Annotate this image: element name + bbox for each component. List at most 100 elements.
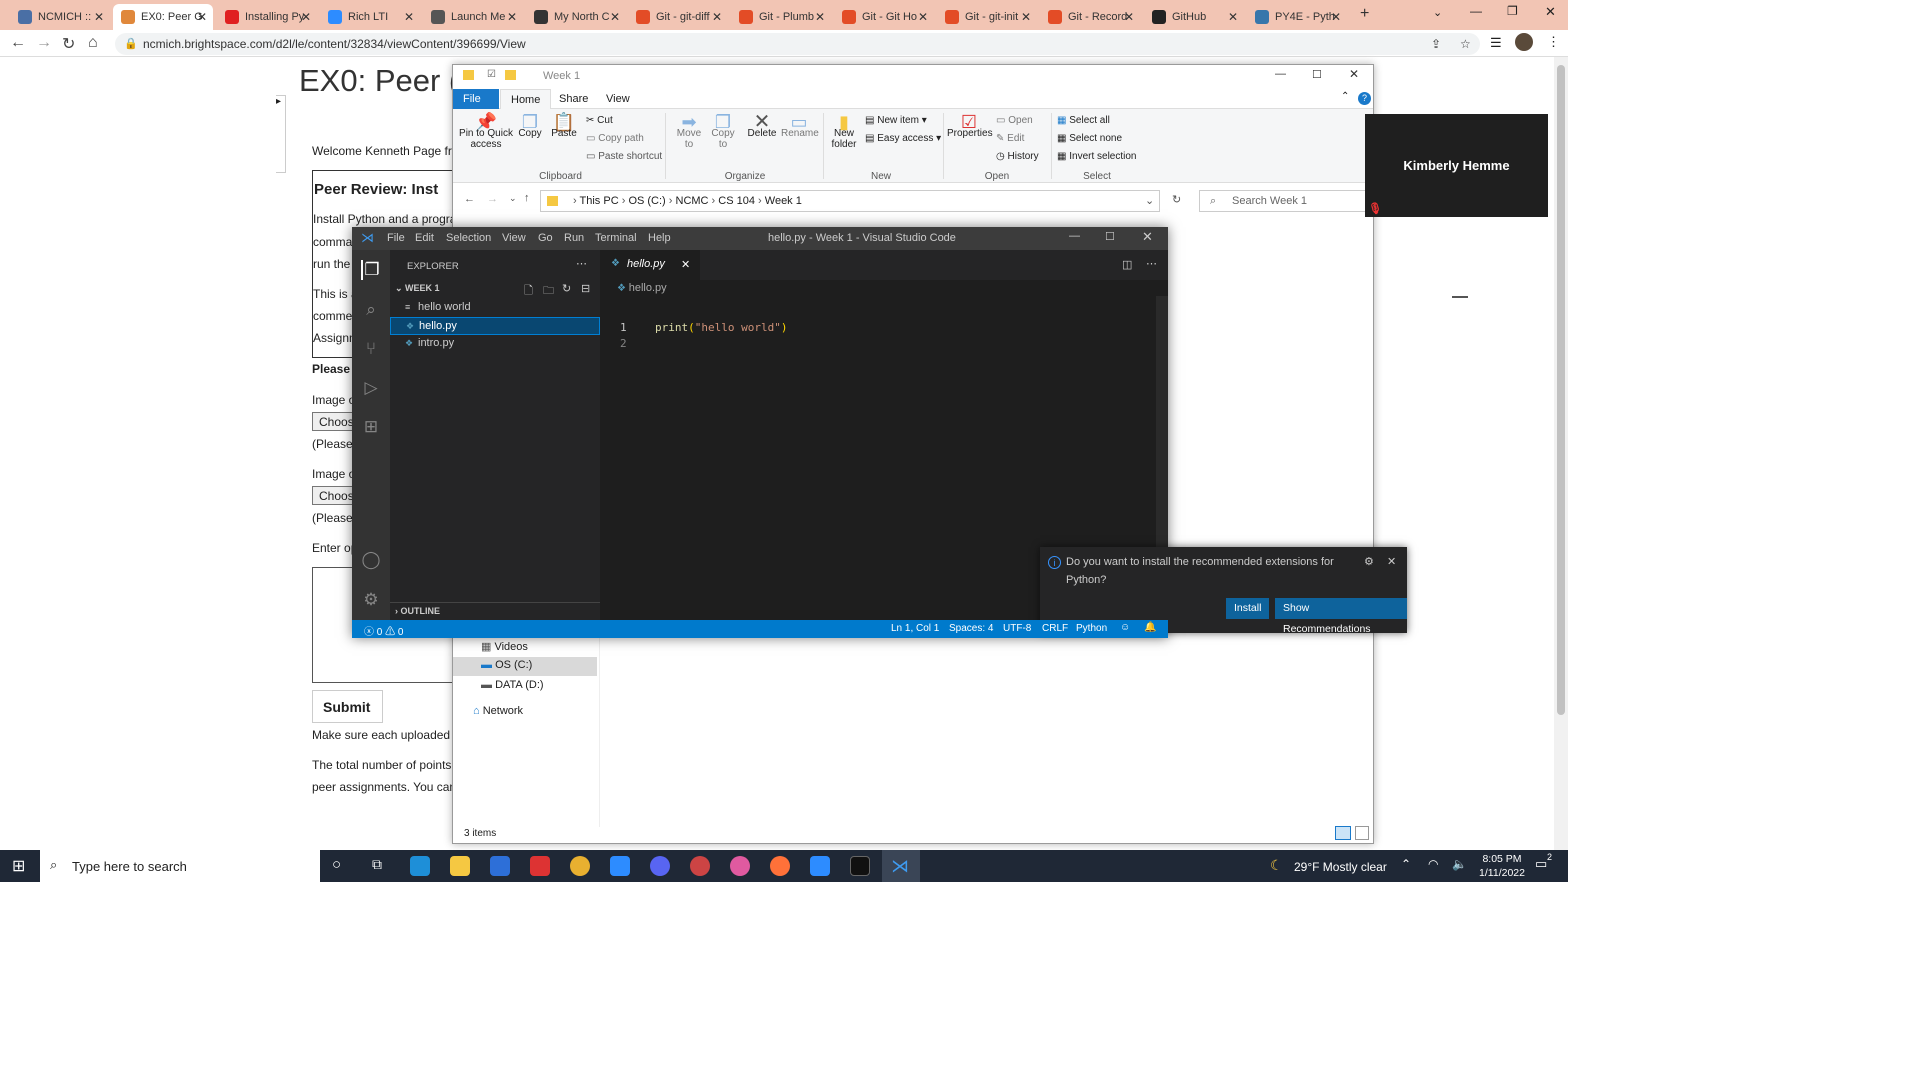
source-control-icon[interactable]: ⑂ <box>361 339 381 359</box>
tab-close-icon[interactable]: ✕ <box>918 10 928 24</box>
new-item-button[interactable]: ▤ New item ▾ <box>865 115 927 126</box>
tab-close-icon[interactable]: ✕ <box>197 10 207 24</box>
tab-close-icon[interactable]: ✕ <box>404 10 414 24</box>
tab-close-icon[interactable]: ✕ <box>94 10 104 24</box>
properties-button[interactable]: ☑ Properties <box>947 113 993 139</box>
outline-header[interactable]: › OUTLINE <box>395 606 440 616</box>
folder-header[interactable]: ⌄ WEEK 1 <box>395 283 440 294</box>
feedback-icon[interactable]: ☺ <box>1120 622 1130 633</box>
explorer-address-bar[interactable]: › This PC › OS (C:) › NCMC › CS 104 › We… <box>540 190 1160 212</box>
manage-gear-icon[interactable]: ⚙ <box>361 590 381 610</box>
store-icon[interactable] <box>490 856 510 876</box>
explorer-maximize-icon[interactable]: ☐ <box>1312 68 1322 81</box>
browser-tab[interactable]: Git - Plumb ✕ <box>731 4 831 30</box>
clock-time[interactable]: 8:05 PM <box>1481 853 1523 865</box>
address-bar[interactable]: 🔒 ncmich.brightspace.com/d2l/le/content/… <box>115 33 1480 55</box>
delete-button[interactable]: ✕ Delete <box>747 112 777 139</box>
browser-tab[interactable]: GitHub ✕ <box>1144 4 1244 30</box>
tab-close-icon[interactable]: ✕ <box>815 10 825 24</box>
browser-tab[interactable]: Git - Git Ho ✕ <box>834 4 934 30</box>
language-mode[interactable]: Python <box>1076 623 1107 634</box>
firefox-icon[interactable] <box>770 856 790 876</box>
home-icon[interactable]: ⌂ <box>88 34 98 52</box>
extensions-icon[interactable]: ⊞ <box>361 417 381 437</box>
editor-tab-hello[interactable]: ❖ hello.py ✕ <box>600 250 700 280</box>
recent-locations-icon[interactable]: ⌄ <box>509 193 517 204</box>
paste-button[interactable]: 📋 Paste <box>549 113 579 139</box>
edit-button[interactable]: ✎ Edit <box>996 133 1024 144</box>
choose-file-button-1[interactable]: Choos <box>312 412 357 431</box>
explorer-minimize-icon[interactable]: — <box>1275 68 1286 80</box>
easy-access-button[interactable]: ▤ Easy access ▾ <box>865 133 941 144</box>
cortana-icon[interactable]: ○ <box>332 856 341 873</box>
browser-tab[interactable]: Installing Py ✕ <box>217 4 317 30</box>
explorer-close-icon[interactable]: ✕ <box>1349 67 1359 81</box>
tab-close-icon[interactable]: ✕ <box>1021 10 1031 24</box>
search-icon[interactable]: ⌕ <box>361 300 381 320</box>
select-none-button[interactable]: ▦ Select none <box>1057 133 1122 144</box>
tab-close-icon[interactable]: ✕ <box>1331 10 1341 24</box>
terminal-icon[interactable] <box>850 856 870 876</box>
tab-view[interactable]: View <box>596 89 640 109</box>
cursor-position[interactable]: Ln 1, Col 1 <box>891 623 939 634</box>
indentation[interactable]: Spaces: 4 <box>949 623 993 634</box>
vscode-minimize-icon[interactable]: — <box>1069 230 1080 242</box>
paste-shortcut-button[interactable]: ▭ Paste shortcut <box>586 151 662 162</box>
tab-close-icon[interactable]: ✕ <box>507 10 517 24</box>
menu-item[interactable]: File <box>387 232 405 244</box>
reading-list-icon[interactable]: ☰ <box>1490 35 1502 51</box>
tab-share[interactable]: Share <box>549 89 598 109</box>
tab-home[interactable]: Home <box>500 89 552 109</box>
scrollbar-thumb[interactable] <box>1557 65 1565 715</box>
ribbon-collapse-icon[interactable]: ⌃ <box>1341 91 1349 102</box>
file-item[interactable]: ≡ hello world <box>390 299 600 317</box>
details-view-icon[interactable] <box>1335 826 1351 840</box>
back-icon[interactable]: ← <box>464 193 475 205</box>
vscode-close-icon[interactable]: ✕ <box>1142 229 1153 245</box>
breadcrumb-item[interactable]: This PC <box>580 195 619 207</box>
chrome-profile-icon[interactable] <box>690 856 710 876</box>
nav-item-network[interactable]: ⌂ Network <box>473 705 523 717</box>
notification-center-icon[interactable]: ▭ <box>1535 856 1547 872</box>
show-recommendations-button[interactable]: Show Recommendations <box>1275 598 1407 635</box>
forward-icon[interactable]: → <box>487 193 498 205</box>
explorer-icon[interactable]: ❐ <box>361 260 381 280</box>
notification-close-icon[interactable]: ✕ <box>1387 555 1396 568</box>
large-icons-view-icon[interactable] <box>1355 826 1369 840</box>
breadcrumb-item[interactable]: Week 1 <box>765 195 802 207</box>
copy-button[interactable]: ❐ Copy <box>515 113 545 139</box>
browser-tab[interactable]: Launch Me ✕ <box>423 4 523 30</box>
new-folder-button[interactable]: ▮ New folder <box>829 113 859 150</box>
pin-button[interactable]: 📌 Pin to Quick access <box>458 113 514 150</box>
browser-tab[interactable]: My North C ✕ <box>526 4 626 30</box>
cut-button[interactable]: ✂ Cut <box>586 115 613 126</box>
start-icon[interactable]: ⊞ <box>12 856 25 876</box>
menu-item[interactable]: Run <box>564 232 584 244</box>
copy-to-button[interactable]: ❐ Copy to <box>709 113 737 150</box>
history-button[interactable]: ◷ History <box>996 151 1039 162</box>
code-line[interactable]: print("hello world") <box>655 321 787 334</box>
menu-item[interactable]: Terminal <box>595 232 637 244</box>
clock-date[interactable]: 1/11/2022 <box>1475 867 1529 879</box>
browser-tab[interactable]: Rich LTI ✕ <box>320 4 420 30</box>
new-tab-button[interactable]: + <box>1360 5 1369 23</box>
weather-text[interactable]: 29°F Mostly clear <box>1294 860 1387 874</box>
wifi-icon[interactable]: ◠ <box>1428 857 1438 871</box>
move-to-button[interactable]: ➡ Move to <box>675 113 703 150</box>
tab-close-icon[interactable]: ✕ <box>610 10 620 24</box>
share-icon[interactable]: ⇪ <box>1431 33 1441 55</box>
forward-icon[interactable]: → <box>36 34 52 52</box>
rename-button[interactable]: ▭ Rename <box>781 113 819 139</box>
file-item[interactable]: ❖ intro.py <box>390 335 600 353</box>
tab-file[interactable]: File <box>453 89 499 109</box>
browser-tab[interactable]: PY4E - Pyth ✕ <box>1247 4 1347 30</box>
back-icon[interactable]: ← <box>10 34 26 52</box>
page-scrollbar[interactable] <box>1554 57 1568 850</box>
search-input[interactable]: ⌕ Search Week 1 <box>1199 190 1367 212</box>
browser-tab[interactable]: EX0: Peer G ✕ <box>113 4 213 30</box>
notifications-bell-icon[interactable]: 🔔 <box>1144 622 1156 633</box>
edge-icon[interactable] <box>410 856 430 876</box>
run-debug-icon[interactable]: ▷ <box>361 378 381 398</box>
nav-toggle-icon[interactable]: ▸ <box>276 95 286 173</box>
address-dropdown-icon[interactable]: ⌄ <box>1145 191 1154 211</box>
